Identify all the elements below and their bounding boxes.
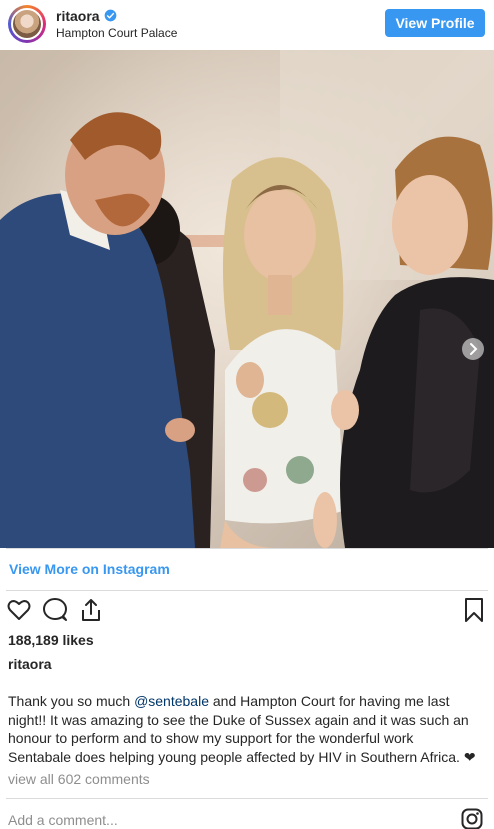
caption-text: Thank you so much @sentebale and Hampton… <box>8 692 478 766</box>
username-link[interactable]: ritaora <box>56 8 100 24</box>
location-link[interactable]: Hampton Court Palace <box>56 26 177 40</box>
avatar[interactable] <box>8 5 46 43</box>
add-comment-input[interactable]: Add a comment... <box>8 812 118 828</box>
caption-text-start: Thank you so much <box>8 693 135 709</box>
mention-link[interactable]: @sentebale <box>134 693 209 709</box>
photo-image <box>0 50 494 548</box>
heart-icon[interactable] <box>6 597 32 623</box>
divider <box>6 548 488 549</box>
chevron-right-icon <box>470 343 478 355</box>
post-header: ritaora Hampton Court Palace View Profil… <box>0 0 494 48</box>
view-comments-link[interactable]: view all 602 comments <box>8 771 150 787</box>
view-more-link[interactable]: View More on Instagram <box>9 561 170 577</box>
caption-username[interactable]: ritaora <box>8 656 52 672</box>
share-icon[interactable] <box>78 597 104 623</box>
comment-bubble-icon[interactable] <box>42 597 68 623</box>
verified-badge-icon <box>104 9 117 22</box>
view-profile-button[interactable]: View Profile <box>385 9 485 37</box>
carousel-next-button[interactable] <box>462 338 484 360</box>
divider <box>6 590 488 591</box>
bookmark-icon[interactable] <box>461 597 487 623</box>
likes-count[interactable]: 188,189 likes <box>8 632 94 648</box>
divider <box>6 798 488 799</box>
post-photo[interactable] <box>0 50 494 548</box>
avatar-image <box>11 8 43 40</box>
instagram-logo-icon[interactable] <box>461 808 483 829</box>
